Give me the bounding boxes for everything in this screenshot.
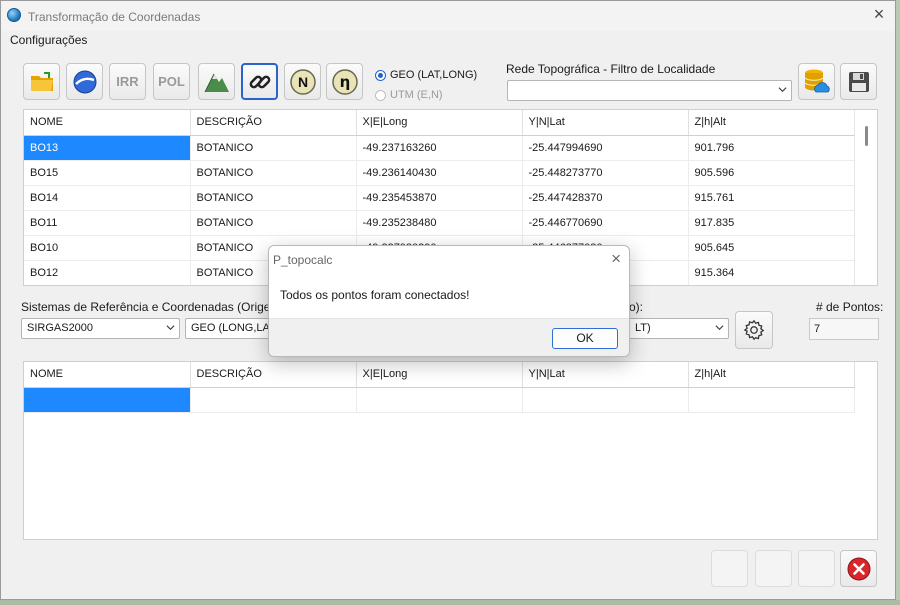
dialog-title: P_topocalc — [273, 253, 333, 267]
dialog-message: Todos os pontos foram conectados! — [280, 288, 470, 302]
dialog-footer: OK — [269, 318, 629, 356]
message-dialog: P_topocalc × Todos os pontos foram conec… — [268, 245, 630, 357]
ok-button[interactable]: OK — [552, 328, 618, 349]
dialog-close-button[interactable]: × — [611, 249, 621, 269]
modal-overlay: P_topocalc × Todos os pontos foram conec… — [0, 0, 900, 605]
